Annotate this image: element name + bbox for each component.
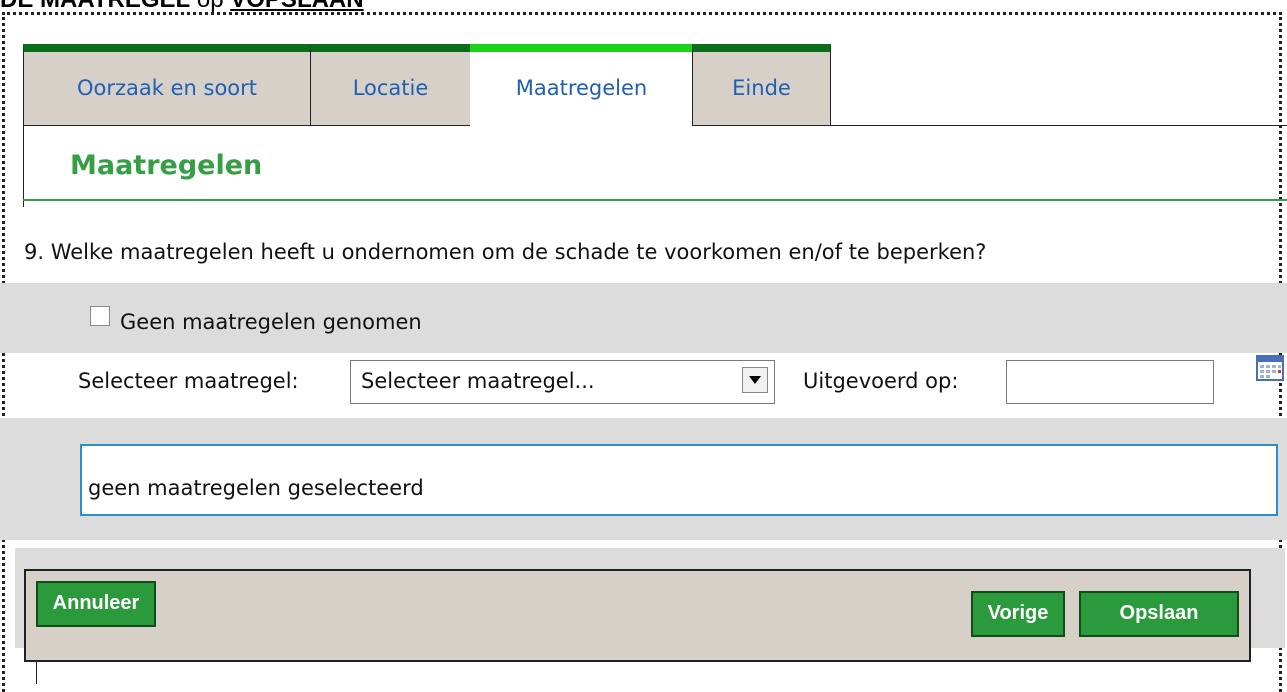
calendar-icon[interactable] (1256, 355, 1284, 381)
content-left-border (23, 125, 24, 207)
tab-baseline (23, 125, 470, 126)
chevron-down-icon[interactable] (742, 367, 768, 393)
maatregel-select[interactable]: Selecteer maatregel... (350, 360, 775, 404)
select-value: Selecteer maatregel... (361, 369, 595, 393)
opslaan-button[interactable]: Opslaan (1079, 591, 1239, 637)
selected-maatregelen-box: geen maatregelen geselecteerd (80, 444, 1278, 516)
tab-label: Maatregelen (515, 76, 648, 100)
tab-locatie[interactable]: Locatie (310, 44, 471, 126)
vorige-button[interactable]: Vorige (971, 591, 1065, 637)
date-label: Uitgevoerd op: (803, 369, 959, 393)
title-divider (23, 199, 1287, 201)
select-label: Selecteer maatregel: (78, 369, 299, 393)
tab-label: Locatie (352, 76, 429, 100)
result-text: geen maatregelen geselecteerd (88, 476, 424, 500)
button-bar: Annuleer Vorige Opslaan (24, 569, 1251, 662)
tab-baseline (692, 125, 1287, 126)
annuleer-button[interactable]: Annuleer (36, 581, 156, 627)
tab-maatregelen[interactable]: Maatregelen (470, 44, 693, 126)
checkbox-label: Geen maatregelen genomen (120, 310, 422, 334)
tab-einde[interactable]: Einde (692, 44, 831, 126)
page-title: Maatregelen (70, 150, 263, 181)
question-text: 9. Welke maatregelen heeft u ondernomen … (24, 240, 987, 264)
geen-maatregelen-checkbox[interactable] (90, 306, 110, 326)
uitgevoerd-op-input[interactable] (1006, 360, 1214, 404)
tab-label: Oorzaak en soort (76, 76, 258, 100)
bottom-rule (36, 660, 37, 684)
tab-label: Einde (732, 76, 791, 100)
tab-oorzaak-en-soort[interactable]: Oorzaak en soort (23, 44, 311, 126)
